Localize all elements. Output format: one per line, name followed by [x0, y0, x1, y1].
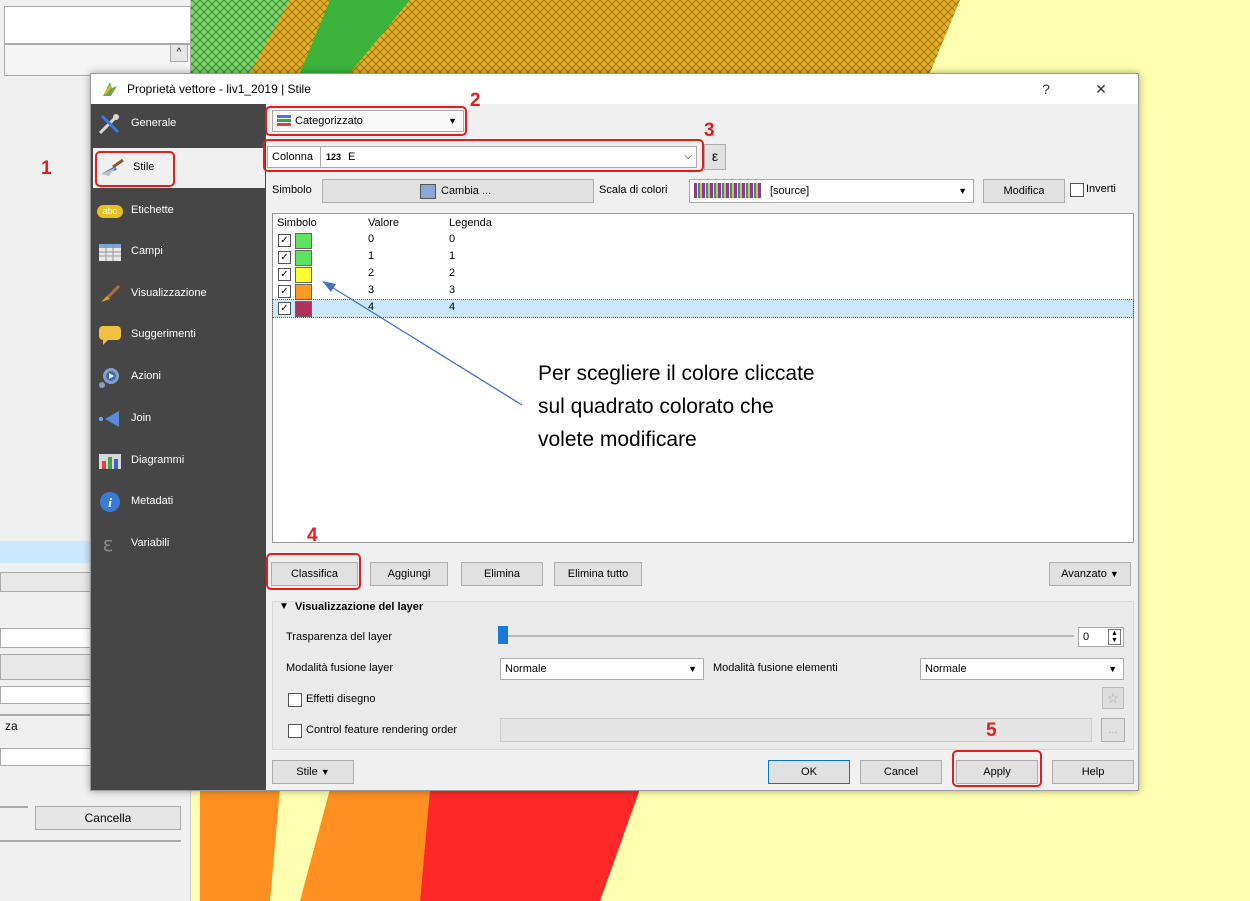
note-line: sul quadrato colorato che [538, 395, 774, 418]
note-line: Per scegliere il colore cliccate [538, 362, 815, 385]
annotation-note: Per scegliere il colore cliccate sul qua… [538, 357, 938, 456]
note-line: volete modificare [538, 428, 697, 451]
